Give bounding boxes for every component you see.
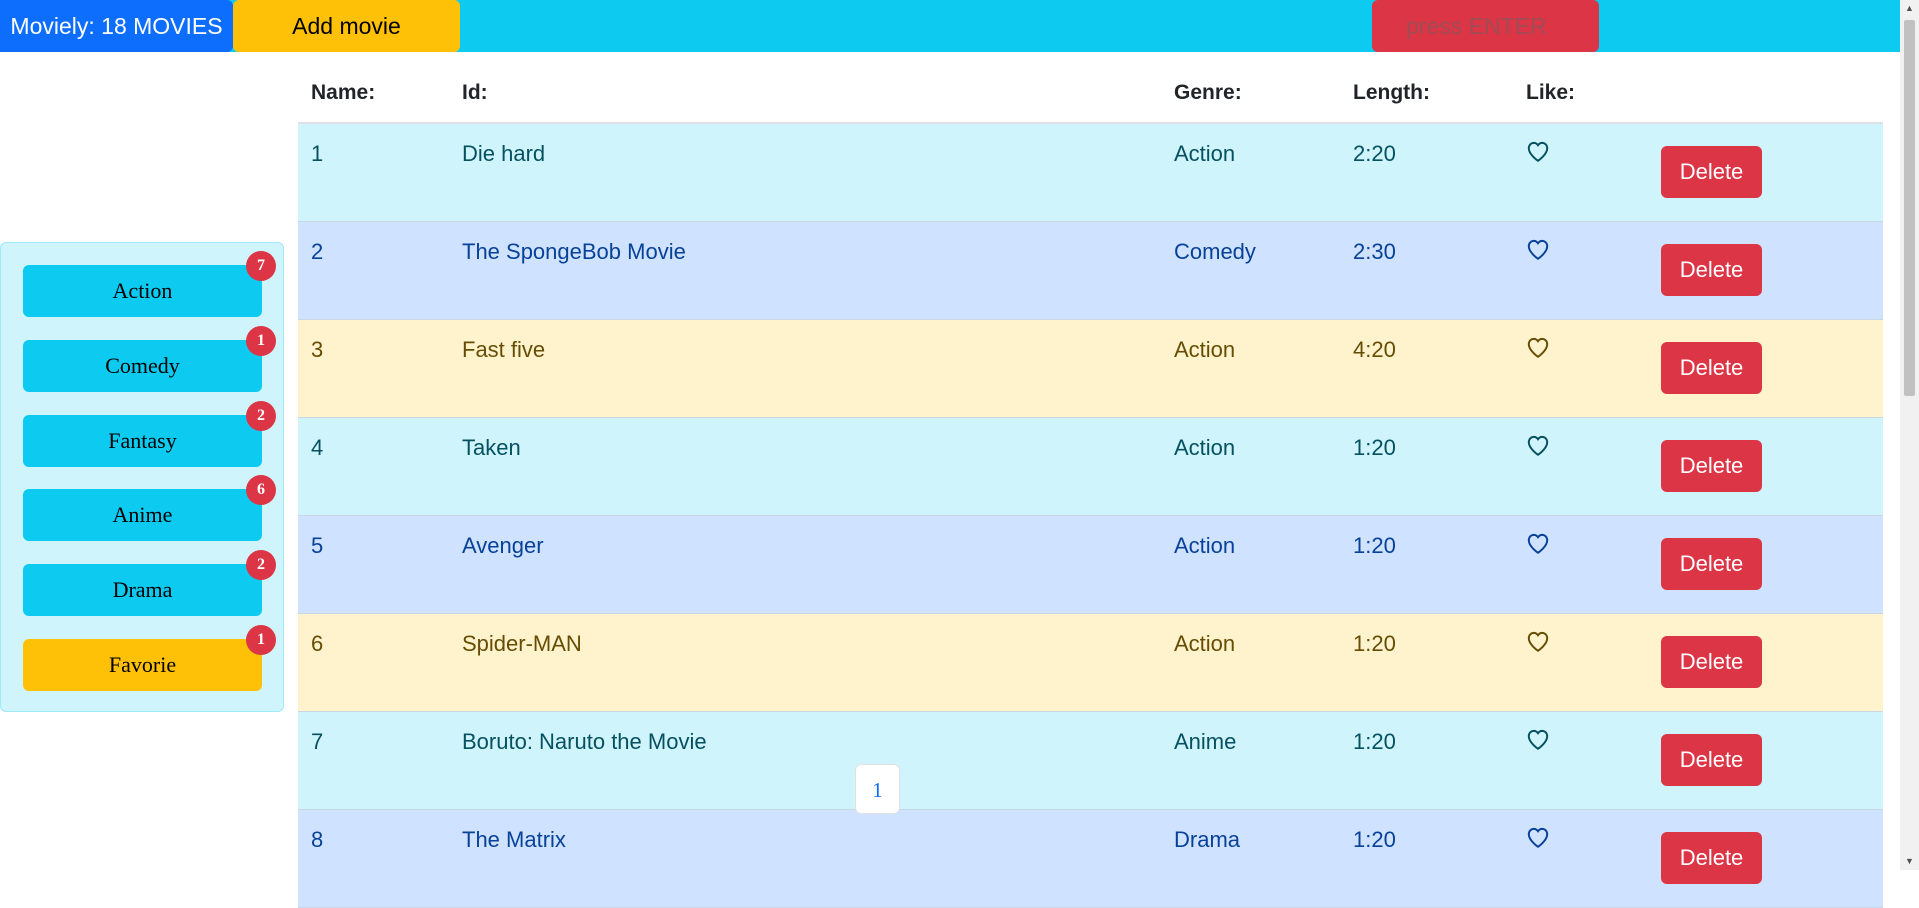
movie-genre: Action (1174, 435, 1236, 460)
movie-genre: Action (1174, 631, 1236, 656)
heart-icon[interactable] (1525, 726, 1551, 752)
movie-genre: Drama (1174, 827, 1241, 852)
movie-length: 2:30 (1353, 239, 1396, 264)
heart-icon[interactable] (1525, 824, 1551, 850)
heart-icon[interactable] (1525, 236, 1551, 262)
row-number: 4 (311, 435, 324, 460)
table-row: 6 Spider-MAN Action 1:20 Delete (298, 614, 1883, 712)
movie-genre: Action (1174, 533, 1236, 558)
movie-title: Taken (462, 435, 521, 460)
movie-length: 1:20 (1353, 435, 1396, 460)
genre-sidebar: Action 7 Comedy 1 Fantasy 2 Anime 6 Dram… (0, 242, 284, 712)
row-number: 1 (311, 141, 324, 166)
movie-genre: Anime (1174, 729, 1237, 754)
genre-button-fantasy[interactable]: Fantasy 2 (23, 401, 276, 467)
vertical-scrollbar[interactable]: ▲ ▼ (1900, 0, 1919, 870)
genre-count-badge: 2 (246, 550, 276, 580)
row-number: 3 (311, 337, 324, 362)
movie-length: 1:20 (1353, 729, 1396, 754)
genre-button-favorie[interactable]: Favorie 1 (23, 625, 276, 691)
genre-label: Action (112, 278, 173, 303)
delete-button[interactable]: Delete (1661, 342, 1762, 394)
genre-count-badge: 2 (246, 401, 276, 431)
movie-length: 4:20 (1353, 337, 1396, 362)
delete-button[interactable]: Delete (1661, 832, 1762, 884)
delete-button[interactable]: Delete (1661, 244, 1762, 296)
delete-button[interactable]: Delete (1661, 440, 1762, 492)
table-row: 2 The SpongeBob Movie Comedy 2:30 Delete (298, 222, 1883, 320)
genre-button-drama[interactable]: Drama 2 (23, 550, 276, 616)
delete-button[interactable]: Delete (1661, 538, 1762, 590)
add-movie-button[interactable]: Add movie (233, 0, 460, 52)
scroll-down-arrow-icon[interactable]: ▼ (1900, 853, 1919, 870)
row-number: 5 (311, 533, 324, 558)
search-input[interactable] (1372, 0, 1599, 52)
genre-label: Drama (112, 577, 173, 602)
genre-count-badge: 6 (246, 475, 276, 505)
heart-icon[interactable] (1525, 138, 1551, 164)
table-row: 5 Avenger Action 1:20 Delete (298, 516, 1883, 614)
movie-genre: Action (1174, 141, 1236, 166)
row-number: 2 (311, 239, 324, 264)
genre-label: Comedy (105, 353, 180, 378)
column-header-genre: Genre: (1174, 81, 1242, 104)
column-header-like: Like: (1526, 81, 1576, 104)
movie-title: The Matrix (462, 827, 566, 852)
table-row: 7 Boruto: Naruto the Movie Anime 1:20 De… (298, 712, 1883, 810)
movie-genre: Action (1174, 337, 1236, 362)
table-header: Name: Id: Genre: Length: Like: (298, 72, 1883, 124)
movie-genre: Comedy (1174, 239, 1256, 264)
table-row: 3 Fast five Action 4:20 Delete (298, 320, 1883, 418)
movie-length: 2:20 (1353, 141, 1396, 166)
column-header-id: Id: (462, 81, 488, 104)
heart-icon[interactable] (1525, 334, 1551, 360)
movie-table: Name: Id: Genre: Length: Like: 1 Die har… (298, 72, 1883, 908)
movie-length: 1:20 (1353, 533, 1396, 558)
table-row: 1 Die hard Action 2:20 Delete (298, 124, 1883, 222)
movie-title: Boruto: Naruto the Movie (462, 729, 707, 754)
genre-count-badge: 7 (246, 251, 276, 281)
movie-title: Avenger (462, 533, 544, 558)
heart-icon[interactable] (1525, 628, 1551, 654)
genre-label: Fantasy (108, 428, 177, 453)
pagination-page-button[interactable]: 1 (855, 764, 900, 814)
movie-length: 1:20 (1353, 827, 1396, 852)
table-row: 8 The Matrix Drama 1:20 Delete (298, 810, 1883, 908)
movie-length: 1:20 (1353, 631, 1396, 656)
genre-count-badge: 1 (246, 326, 276, 356)
scrollbar-thumb[interactable] (1904, 20, 1915, 396)
movie-title: The SpongeBob Movie (462, 239, 686, 264)
delete-button[interactable]: Delete (1661, 146, 1762, 198)
brand-movie-count[interactable]: Moviely: 18 MOVIES (0, 0, 233, 52)
genre-button-anime[interactable]: Anime 6 (23, 475, 276, 541)
table-row: 4 Taken Action 1:20 Delete (298, 418, 1883, 516)
genre-label: Favorie (108, 652, 177, 677)
movie-title: Fast five (462, 337, 546, 362)
row-number: 6 (311, 631, 324, 656)
column-header-name: Name: (311, 81, 376, 104)
row-number: 7 (311, 729, 324, 754)
delete-button[interactable]: Delete (1661, 636, 1762, 688)
genre-button-comedy[interactable]: Comedy 1 (23, 326, 276, 392)
movie-title: Die hard (462, 141, 546, 166)
genre-button-action[interactable]: Action 7 (23, 251, 276, 317)
column-header-length: Length: (1353, 81, 1430, 104)
row-number: 8 (311, 827, 324, 852)
genre-count-badge: 1 (246, 625, 276, 655)
genre-label: Anime (112, 502, 173, 527)
top-navbar: Moviely: 18 MOVIES Add movie (0, 0, 1900, 52)
heart-icon[interactable] (1525, 432, 1551, 458)
scroll-up-arrow-icon[interactable]: ▲ (1900, 0, 1919, 17)
heart-icon[interactable] (1525, 530, 1551, 556)
delete-button[interactable]: Delete (1661, 734, 1762, 786)
movie-title: Spider-MAN (462, 631, 582, 656)
